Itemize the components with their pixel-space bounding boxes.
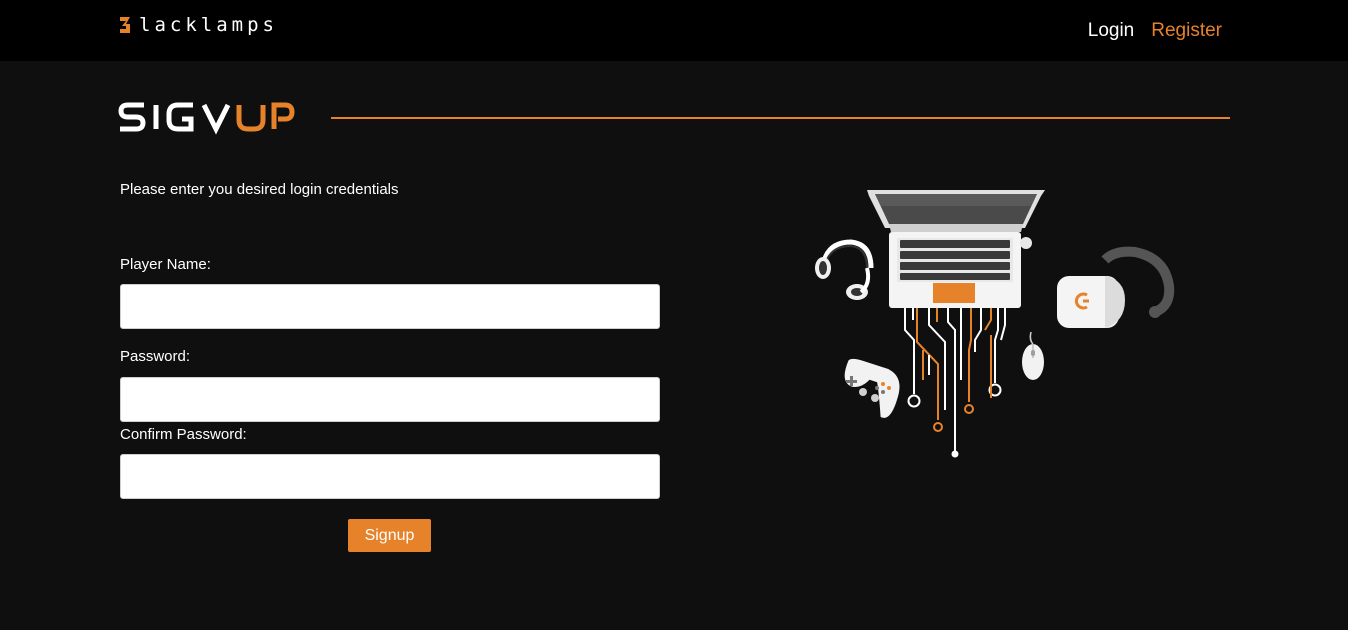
confirm-password-input[interactable] (120, 454, 660, 499)
nav-register-link[interactable]: Register (1151, 20, 1222, 42)
confirm-password-label: Confirm Password: (120, 426, 247, 443)
signup-button[interactable]: Signup (348, 519, 431, 552)
heading-letter-s (118, 102, 146, 132)
heading-letter-u (236, 105, 266, 132)
heading-letter-n (201, 103, 231, 135)
player-name-input[interactable] (120, 284, 660, 329)
top-nav: Login Register (1088, 20, 1222, 42)
circuit-lines (904, 308, 1006, 458)
top-navbar: lacklamps Login Register (0, 0, 1348, 61)
signup-heading (118, 102, 295, 135)
laptop-icon (867, 190, 1045, 308)
headset-icon (815, 239, 874, 300)
brand-logo-link[interactable]: lacklamps (119, 14, 278, 36)
heading-letter-g (166, 102, 194, 132)
heading-divider-line (331, 117, 1230, 119)
heading-letter-p (271, 102, 295, 129)
brand-b-icon (120, 17, 130, 33)
nav-login-link[interactable]: Login (1088, 20, 1135, 42)
player-name-label: Player Name: (120, 256, 211, 273)
gamepad-icon (844, 358, 900, 418)
password-input[interactable] (120, 377, 660, 422)
brand-name: lacklamps (139, 14, 278, 36)
password-label: Password: (120, 348, 191, 365)
intro-text: Please enter you desired login credentia… (120, 181, 399, 198)
vr-headset-icon (1057, 246, 1175, 328)
gaming-illustration (815, 190, 1175, 458)
mouse-icon (1022, 331, 1044, 380)
